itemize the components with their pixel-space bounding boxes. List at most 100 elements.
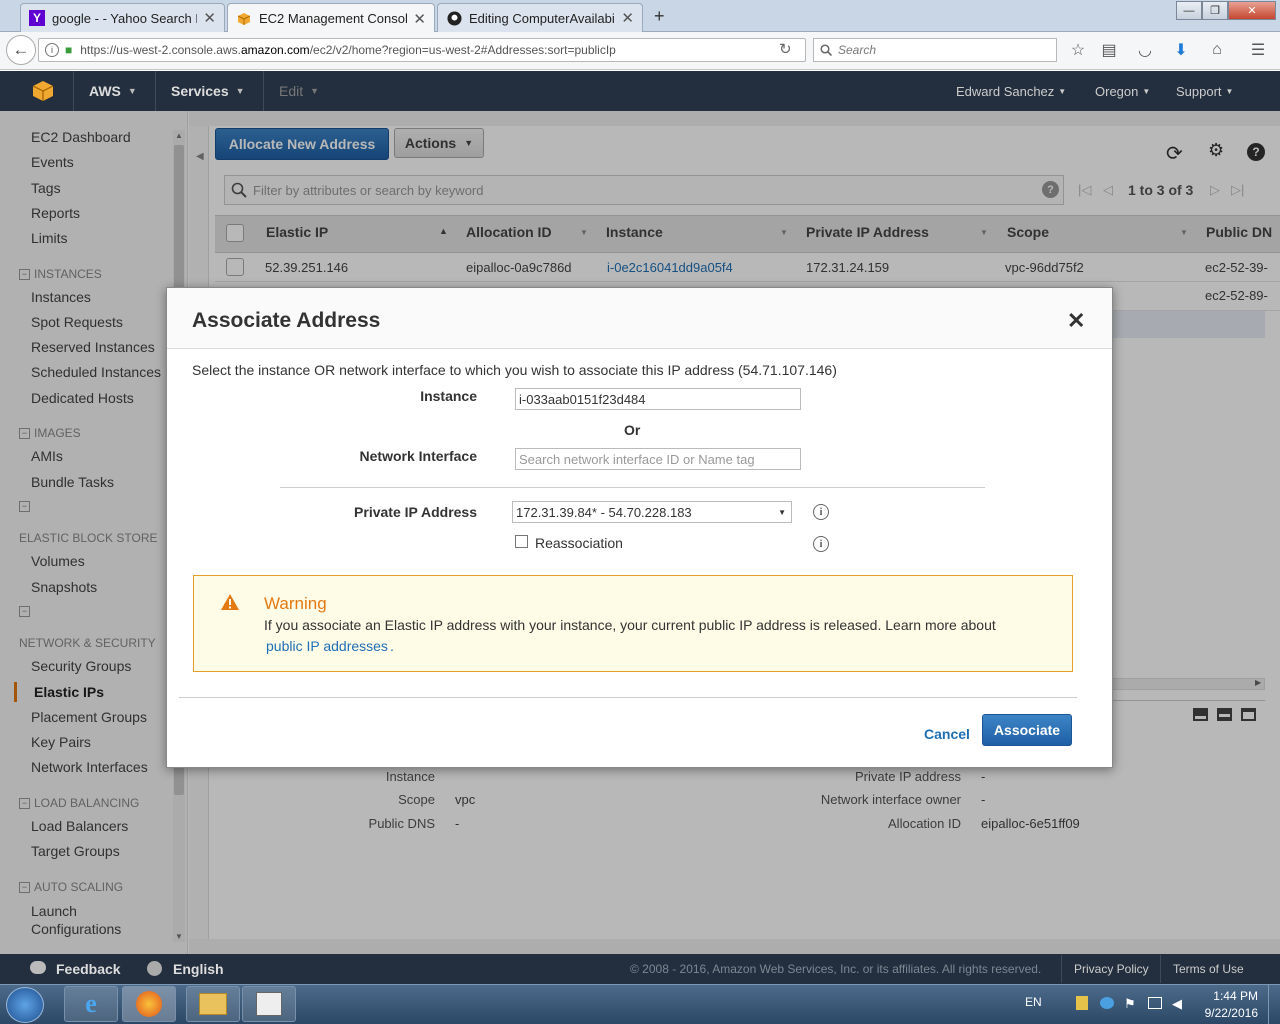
region-menu[interactable]: Oregon ▼ — [1095, 71, 1150, 111]
maximize-button[interactable]: ❐ — [1202, 1, 1228, 20]
firefox-taskbar-icon[interactable] — [122, 986, 176, 1022]
minimize-button[interactable]: — — [1176, 1, 1202, 20]
caret-icon: ▼ — [1142, 86, 1151, 96]
shield-tray-icon[interactable] — [1076, 996, 1088, 1010]
close-tab-icon[interactable]: ✕ — [203, 9, 216, 27]
url-bar[interactable]: i ■ https://us-west-2.console.aws.amazon… — [38, 38, 806, 62]
caret-icon: ▼ — [310, 86, 320, 96]
divider — [179, 697, 1077, 698]
region-name: Oregon — [1095, 83, 1139, 99]
caret-icon: ▼ — [235, 86, 245, 96]
clock-date[interactable]: 9/22/2016 — [1196, 1006, 1258, 1020]
tab-ec2[interactable]: EC2 Management Console ✕ — [227, 3, 435, 33]
menu-icon[interactable]: ☰ — [1248, 40, 1268, 60]
url-prefix: https://us-west-2.console.aws. — [80, 43, 241, 57]
support-label: Support — [1176, 83, 1222, 99]
private-ip-selected: 172.31.39.84* - 54.70.228.183 — [516, 504, 692, 520]
divider — [1160, 955, 1161, 983]
language-selector[interactable]: English — [173, 961, 224, 977]
divider — [1061, 955, 1062, 983]
app-taskbar-icon[interactable] — [242, 986, 296, 1022]
back-arrow-icon[interactable]: ← — [6, 35, 36, 65]
copyright-text: © 2008 - 2016, Amazon Web Services, Inc.… — [630, 962, 1042, 976]
warning-text: If you associate an Elastic IP address w… — [264, 617, 996, 633]
reassociation-info-icon[interactable]: i — [813, 536, 829, 552]
services-menu[interactable]: Services ▼ — [171, 71, 245, 111]
aws-menu-label: AWS — [89, 83, 121, 99]
user-name: Edward Sanchez — [956, 83, 1055, 99]
reading-list-icon[interactable]: ▤ — [1099, 40, 1119, 60]
private-ip-select[interactable]: 172.31.39.84* - 54.70.228.183 ▼ — [512, 501, 792, 523]
edit-menu[interactable]: Edit ▼ — [279, 71, 319, 111]
reassociation-label: Reassociation — [535, 535, 623, 551]
lock-icon: ■ — [65, 43, 73, 57]
tab-title: google - - Yahoo Search R... — [52, 10, 197, 26]
caret-icon: ▼ — [1225, 86, 1234, 96]
or-separator: Or — [624, 422, 641, 438]
caret-icon: ▼ — [1058, 86, 1067, 96]
volume-muted-icon[interactable]: ◀ — [1172, 996, 1182, 1012]
private-ip-label: Private IP Address — [354, 504, 477, 520]
info-icon[interactable]: i — [45, 43, 59, 57]
url-domain: amazon.com — [240, 43, 310, 57]
support-menu[interactable]: Support ▼ — [1176, 71, 1233, 111]
feedback-link[interactable]: Feedback — [56, 961, 121, 977]
caret-icon: ▼ — [127, 86, 137, 96]
search-input[interactable]: Search — [813, 38, 1057, 62]
divider — [73, 71, 74, 111]
network-interface-input[interactable]: Search network interface ID or Name tag — [515, 448, 801, 470]
divider — [155, 71, 156, 111]
reassociation-checkbox[interactable] — [515, 535, 528, 548]
cancel-button[interactable]: Cancel — [924, 726, 970, 742]
url-text: https://us-west-2.console.aws.amazon.com… — [80, 43, 616, 57]
close-tab-icon[interactable]: ✕ — [621, 9, 634, 27]
edit-label: Edit — [279, 83, 304, 99]
globe-icon — [147, 961, 162, 976]
start-button[interactable] — [6, 987, 44, 1023]
show-desktop-button[interactable] — [1268, 985, 1280, 1024]
associate-button[interactable]: Associate — [982, 714, 1072, 746]
tab-github[interactable]: Editing ComputerAvailabili... ✕ — [437, 3, 643, 32]
private-ip-info-icon[interactable]: i — [813, 504, 829, 520]
dropdown-arrow-icon: ▼ — [778, 507, 786, 517]
aws-cube-icon — [236, 11, 252, 27]
explorer-taskbar-icon[interactable] — [186, 986, 240, 1022]
pocket-icon[interactable]: ◡ — [1135, 40, 1155, 60]
network-tray-icon[interactable] — [1100, 997, 1114, 1009]
dialog-title: Associate Address — [192, 309, 381, 332]
instance-input[interactable]: i-033aab0151f23d484 — [515, 388, 801, 410]
aws-logo-icon[interactable] — [32, 80, 54, 102]
services-label: Services — [171, 83, 229, 99]
warning-end: . — [390, 638, 394, 654]
terms-of-use-link[interactable]: Terms of Use — [1173, 962, 1244, 976]
privacy-policy-link[interactable]: Privacy Policy — [1074, 962, 1149, 976]
close-window-button[interactable]: ✕ — [1228, 1, 1276, 20]
reload-icon[interactable]: ↻ — [779, 40, 792, 58]
close-tab-icon[interactable]: ✕ — [413, 10, 426, 28]
search-placeholder: Search — [838, 43, 877, 57]
warning-title: Warning — [264, 594, 327, 613]
user-menu[interactable]: Edward Sanchez ▼ — [956, 71, 1066, 111]
network-interface-label: Network Interface — [359, 448, 477, 464]
feedback-bubble-icon — [30, 961, 46, 974]
ie-taskbar-icon[interactable]: e — [64, 986, 118, 1022]
public-ip-addresses-link[interactable]: public IP addresses — [266, 638, 388, 654]
new-tab-plus-icon[interactable]: + — [654, 6, 665, 27]
url-suffix: /ec2/v2/home?region=us-west-2#Addresses:… — [309, 43, 616, 57]
bookmark-star-icon[interactable]: ☆ — [1068, 40, 1088, 60]
aws-menu[interactable]: AWS ▼ — [89, 71, 137, 111]
tab-title: EC2 Management Console — [259, 11, 408, 26]
warning-box: Warning If you associate an Elastic IP a… — [193, 575, 1073, 672]
display-tray-icon[interactable] — [1148, 997, 1162, 1009]
download-icon[interactable]: ⬇ — [1171, 40, 1191, 60]
clock-time[interactable]: 1:44 PM — [1196, 989, 1258, 1003]
divider — [280, 487, 985, 488]
github-icon — [446, 10, 462, 26]
language-indicator[interactable]: EN — [1025, 995, 1042, 1009]
home-icon[interactable]: ⌂ — [1207, 40, 1227, 60]
divider — [263, 71, 264, 111]
flag-tray-icon[interactable]: ⚑ — [1124, 996, 1136, 1012]
tab-yahoo[interactable]: Y google - - Yahoo Search R... ✕ — [20, 3, 225, 32]
yahoo-icon: Y — [29, 10, 45, 26]
close-icon[interactable]: ✕ — [1067, 308, 1085, 334]
